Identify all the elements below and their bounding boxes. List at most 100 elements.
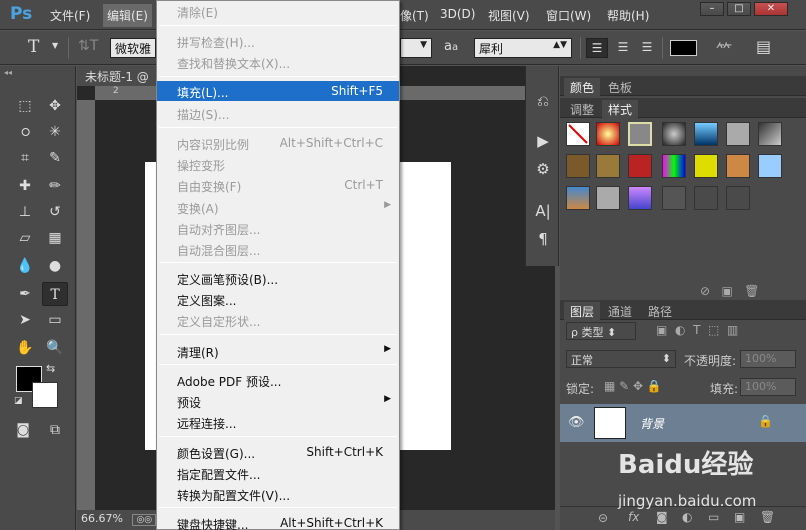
style-swatch[interactable] <box>726 154 750 178</box>
path-selection-tool-icon[interactable]: ➤ <box>12 308 38 332</box>
menu-3d[interactable]: 3D(D) <box>440 7 475 21</box>
default-colors-icon[interactable]: ◪ <box>14 396 23 406</box>
style-swatch[interactable] <box>726 186 750 210</box>
align-center-icon[interactable]: ☰ <box>612 38 634 58</box>
chevron-down-icon[interactable]: ▼ <box>52 41 58 50</box>
font-style-select[interactable]: ▼ <box>400 38 432 58</box>
menu-item-purge[interactable]: 清理(R) ▶ <box>157 341 399 361</box>
healing-brush-tool-icon[interactable]: ✚ <box>12 174 38 198</box>
rectangle-tool-icon[interactable]: ▭ <box>42 308 68 332</box>
crop-tool-icon[interactable]: ⌗ <box>12 146 38 170</box>
layer-kind-filter[interactable]: ρ 类型 ⬍ <box>566 322 636 340</box>
tab-channels[interactable]: 通道 <box>602 302 638 320</box>
style-swatch[interactable] <box>758 122 782 146</box>
brush-tool-icon[interactable]: ✏ <box>42 174 68 198</box>
styles-footer-icons[interactable]: ⊘ ▣ 🗑 <box>700 284 760 298</box>
lock-icons[interactable]: ▦ ✎ ✥ 🔒 <box>604 379 662 393</box>
type-tool-icon[interactable]: T <box>28 37 39 57</box>
history-panel-icon[interactable]: ⎌ <box>532 90 554 112</box>
style-swatch[interactable] <box>596 154 620 178</box>
layer-name[interactable]: 背景 <box>640 415 664 432</box>
menu-item-assign-profile[interactable]: 指定配置文件... <box>157 463 399 483</box>
menu-window[interactable]: 窗口(W) <box>546 7 591 24</box>
character-panel-icon[interactable]: A| <box>532 200 554 222</box>
swap-colors-icon[interactable]: ⇆ <box>46 362 55 375</box>
antialias-select[interactable]: 犀利 ▲▼ <box>474 38 572 58</box>
tab-adjustments[interactable]: 调整 <box>564 100 600 118</box>
font-family-select[interactable]: 微软雅 <box>110 38 156 58</box>
background-color-swatch[interactable] <box>32 382 58 408</box>
actions-panel-icon[interactable]: ▶ <box>532 130 554 152</box>
menu-item-clear[interactable]: 清除(E) <box>157 1 399 21</box>
menu-help[interactable]: 帮助(H) <box>607 7 649 24</box>
status-info-icon[interactable]: ◎◎ <box>132 514 157 526</box>
maximize-button[interactable]: □ <box>727 2 751 16</box>
menu-item-define-pattern[interactable]: 定义图案... <box>157 289 399 309</box>
style-swatch[interactable] <box>662 122 686 146</box>
text-color-swatch[interactable] <box>670 40 697 56</box>
align-right-icon[interactable]: ☰ <box>636 38 658 58</box>
menu-item-puppet-warp[interactable]: 操控变形 <box>157 154 399 174</box>
style-swatch[interactable] <box>694 122 718 146</box>
properties-panel-icon[interactable]: ⚙ <box>532 158 554 180</box>
style-swatch[interactable] <box>596 122 620 146</box>
menu-item-define-shape[interactable]: 定义自定形状... <box>157 310 399 330</box>
blend-mode-select[interactable]: 正常 ⬍ <box>566 350 676 368</box>
type-tool-icon[interactable]: T <box>42 282 68 306</box>
menu-file[interactable]: 文件(F) <box>50 7 90 24</box>
menu-item-fill[interactable]: 填充(L)... Shift+F5 <box>157 81 399 101</box>
collapse-icon[interactable]: ◂◂ <box>4 68 12 77</box>
style-swatch[interactable] <box>628 154 652 178</box>
clone-stamp-tool-icon[interactable]: ⊥ <box>12 200 38 224</box>
magic-wand-tool-icon[interactable]: ✳ <box>42 120 68 144</box>
style-swatch[interactable] <box>628 186 652 210</box>
style-none-swatch[interactable] <box>566 122 590 146</box>
quick-mask-icon[interactable]: ◙ <box>10 418 36 442</box>
screen-mode-icon[interactable]: ⧉ <box>42 418 68 442</box>
dodge-tool-icon[interactable]: ● <box>42 254 68 278</box>
align-left-icon[interactable]: ☰ <box>586 38 608 58</box>
eraser-tool-icon[interactable]: ▱ <box>12 226 38 250</box>
menu-item-convert-profile[interactable]: 转换为配置文件(V)... <box>157 484 399 504</box>
style-swatch[interactable] <box>596 186 620 210</box>
menu-item-stroke[interactable]: 描边(S)... <box>157 103 399 123</box>
history-brush-tool-icon[interactable]: ↺ <box>42 200 68 224</box>
link-layers-icon[interactable]: ⊝ <box>598 511 608 525</box>
menu-item-spell-check[interactable]: 拼写检查(H)... <box>157 31 399 51</box>
move-tool-icon[interactable]: ✥ <box>42 94 68 118</box>
hand-tool-icon[interactable]: ✋ <box>12 336 38 360</box>
menu-item-keyboard-shortcuts[interactable]: 键盘快捷键... Alt+Shift+Ctrl+K <box>157 513 399 530</box>
minimize-button[interactable]: – <box>700 2 724 16</box>
tab-layers[interactable]: 图层 <box>564 302 601 320</box>
document-tab[interactable]: 未标题-1 @ <box>77 66 157 86</box>
layer-row[interactable]: 👁 背景 🔒 <box>560 404 806 442</box>
style-swatch[interactable] <box>566 186 590 210</box>
menu-item-color-settings[interactable]: 颜色设置(G)... Shift+Ctrl+K <box>157 442 399 462</box>
style-swatch[interactable] <box>662 186 686 210</box>
gradient-tool-icon[interactable]: ▦ <box>42 226 68 250</box>
lasso-tool-icon[interactable]: ഠ <box>12 120 38 144</box>
menu-item-pdf-presets[interactable]: Adobe PDF 预设... <box>157 370 399 390</box>
menu-image[interactable]: 像(T) <box>400 7 429 24</box>
tab-paths[interactable]: 路径 <box>642 302 678 320</box>
opacity-input[interactable]: 100% <box>740 350 796 368</box>
tab-styles[interactable]: 样式 <box>602 100 639 118</box>
tab-color[interactable]: 颜色 <box>564 78 601 96</box>
menu-item-find-replace[interactable]: 查找和替换文本(X)... <box>157 52 399 72</box>
eye-icon[interactable]: 👁 <box>568 415 585 430</box>
warp-text-icon[interactable]: ⺮ <box>716 37 732 61</box>
style-swatch[interactable] <box>628 122 652 146</box>
marquee-tool-icon[interactable]: ⬚ <box>12 94 38 118</box>
orientation-toggle-icon[interactable]: ⇅T <box>78 38 98 54</box>
zoom-tool-icon[interactable]: 🔍 <box>42 336 68 360</box>
character-panel-icon[interactable]: ▤ <box>756 37 771 56</box>
style-swatch[interactable] <box>694 186 718 210</box>
style-swatch[interactable] <box>726 122 750 146</box>
blur-tool-icon[interactable]: 💧 <box>12 254 38 278</box>
close-button[interactable]: ✕ <box>754 2 788 16</box>
fill-input[interactable]: 100% <box>740 378 796 396</box>
menu-item-content-aware-scale[interactable]: 内容识别比例 Alt+Shift+Ctrl+C <box>157 133 399 153</box>
style-swatch[interactable] <box>566 154 590 178</box>
style-swatch[interactable] <box>758 154 782 178</box>
menu-item-free-transform[interactable]: 自由变换(F) Ctrl+T <box>157 175 399 195</box>
